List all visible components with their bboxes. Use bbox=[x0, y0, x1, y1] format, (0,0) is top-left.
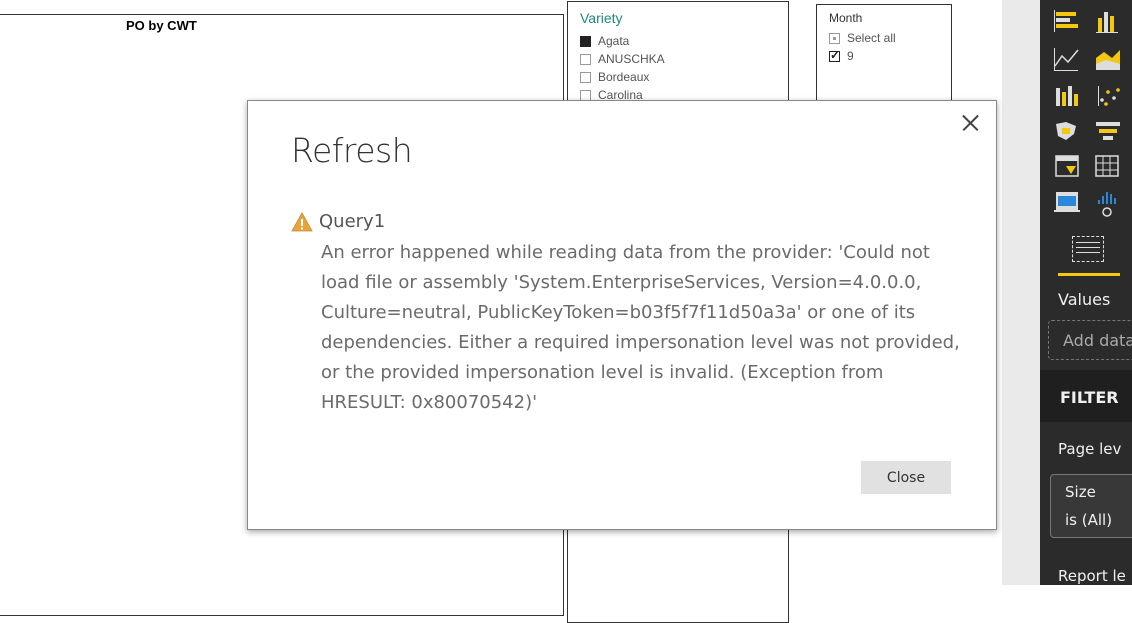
tab-active-underline bbox=[1058, 273, 1120, 276]
slicer-item-select-all[interactable]: Select all bbox=[829, 31, 896, 45]
checkbox-partial-icon bbox=[829, 32, 840, 44]
slicer-item-agata[interactable]: Agata bbox=[580, 34, 629, 48]
slicer-item-label: 9 bbox=[847, 49, 854, 63]
area-chart-icon[interactable] bbox=[1096, 50, 1120, 70]
month-slicer-header: Month bbox=[829, 11, 863, 25]
slicer-item-label: Agata bbox=[598, 34, 630, 48]
table-icon[interactable] bbox=[1095, 155, 1119, 177]
fields-tab[interactable] bbox=[1056, 228, 1120, 276]
slicer-item-label: Select all bbox=[847, 31, 896, 45]
slicer-icon[interactable] bbox=[1055, 155, 1079, 177]
scatter-chart-icon[interactable] bbox=[1098, 86, 1120, 106]
stacked-bar-icon[interactable] bbox=[1054, 10, 1078, 32]
po-visual-title: PO by CWT bbox=[126, 18, 197, 33]
fields-tab-icon bbox=[1072, 236, 1104, 262]
slicer-item-bordeaux[interactable]: Bordeaux bbox=[580, 70, 649, 84]
card-icon[interactable] bbox=[1054, 192, 1080, 212]
clustered-column-icon[interactable] bbox=[1096, 12, 1118, 33]
filter-field-name: Size bbox=[1065, 483, 1096, 501]
dialog-title: Refresh bbox=[291, 131, 413, 170]
slicer-item-label: Bordeaux bbox=[598, 70, 650, 84]
page-level-filters-label: Page lev bbox=[1058, 440, 1122, 458]
viz-gallery bbox=[1054, 10, 1120, 217]
add-data-placeholder: Add data bbox=[1063, 331, 1132, 350]
line-chart-icon[interactable] bbox=[1054, 48, 1079, 71]
canvas-gutter bbox=[1002, 0, 1040, 585]
close-button[interactable]: Close bbox=[861, 461, 951, 494]
checkbox-icon bbox=[580, 53, 591, 65]
refresh-dialog: Refresh Query1 An error happened while r… bbox=[247, 100, 997, 530]
values-label: Values bbox=[1058, 290, 1111, 309]
size-filter-card[interactable]: Size is (All) bbox=[1050, 474, 1132, 538]
checkbox-selected-icon bbox=[580, 35, 591, 47]
close-icon[interactable] bbox=[958, 111, 982, 135]
month-slicer[interactable]: Month Select all 9 bbox=[816, 4, 952, 106]
slicer-item-anuschka[interactable]: ANUSCHKA bbox=[580, 52, 665, 66]
filled-map-icon[interactable] bbox=[1056, 122, 1076, 140]
filter-condition: is (All) bbox=[1065, 511, 1113, 529]
report-level-filters-label: Report le bbox=[1058, 567, 1126, 585]
visualizations-pane: Values Add data FILTER Page lev Size is … bbox=[1040, 0, 1132, 585]
checkbox-icon bbox=[580, 89, 591, 101]
filters-label: FILTER bbox=[1060, 388, 1119, 407]
checkbox-icon bbox=[580, 71, 591, 83]
ribbon-chart-icon[interactable] bbox=[1056, 86, 1078, 106]
warning-icon bbox=[291, 211, 313, 231]
slicer-item-9[interactable]: 9 bbox=[829, 48, 854, 63]
variety-slicer-header: Variety bbox=[580, 10, 623, 26]
error-message: An error happened while reading data fro… bbox=[321, 242, 960, 413]
funnel-icon[interactable] bbox=[1096, 122, 1120, 140]
query-row: Query1 bbox=[291, 211, 385, 232]
slicer-item-label: ANUSCHKA bbox=[598, 52, 665, 66]
key-influencers-icon[interactable] bbox=[1098, 192, 1116, 217]
query-name: Query1 bbox=[319, 211, 386, 232]
add-data-well[interactable]: Add data bbox=[1048, 320, 1132, 360]
checkbox-checked-icon bbox=[829, 48, 840, 62]
